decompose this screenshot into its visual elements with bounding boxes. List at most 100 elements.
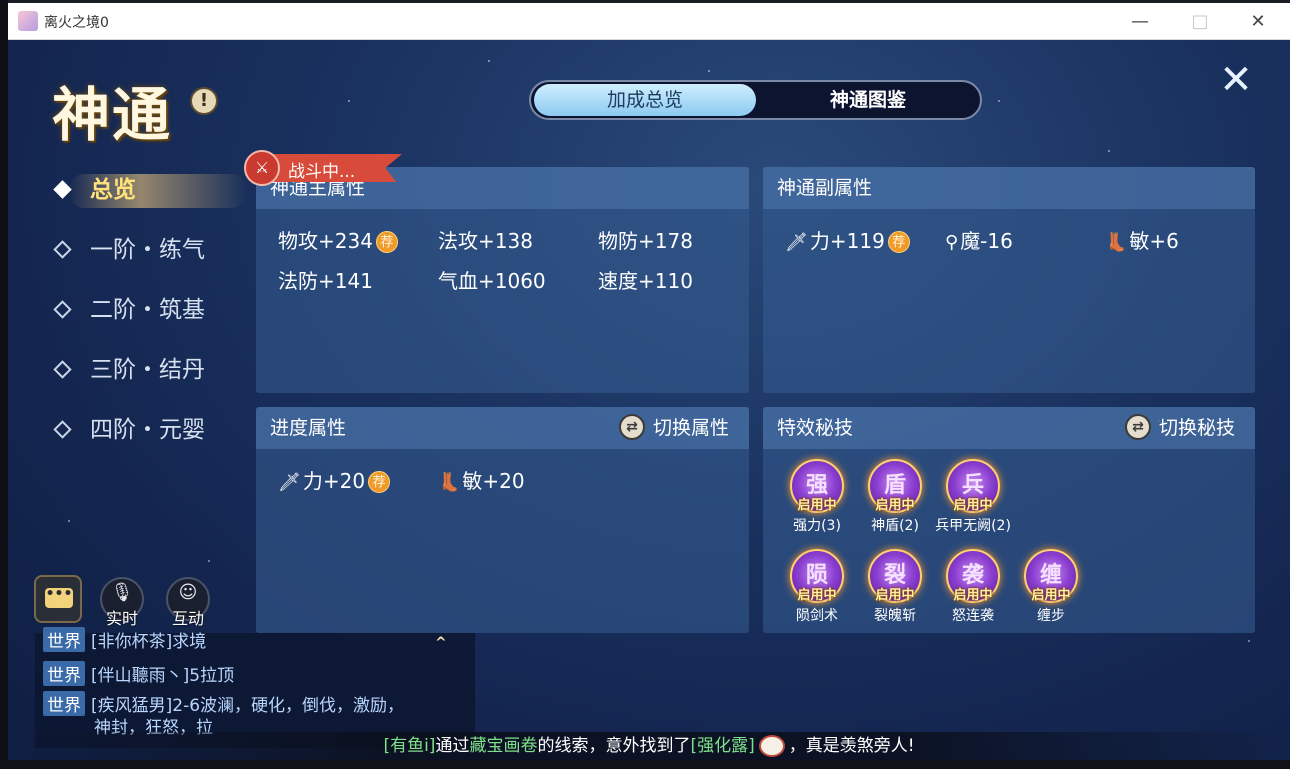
stat-item: 物防+178 — [598, 229, 693, 253]
collapse-chevron-icon[interactable]: ^ — [435, 635, 447, 651]
panel-title: 进度属性 — [270, 417, 347, 439]
skill-item[interactable]: 陨 启用中 陨剑术 — [777, 549, 857, 625]
recommend-badge: 荐 — [887, 231, 910, 253]
close-icon[interactable]: ✕ — [1218, 60, 1254, 100]
special-skill-panel: 特效秘技 ⇄ 切换秘技 强 启用中 强力(3) 盾 启用中 神盾(2) 兵 启用中… — [763, 407, 1255, 633]
stat-item: 速度+110 — [598, 269, 693, 293]
sidebar-item-overview[interactable]: 总览 — [48, 168, 258, 228]
page-title: 神通 — [52, 81, 173, 149]
skill-name: 裂魄斩 — [874, 608, 916, 624]
skill-orb-icon: 裂 启用中 — [868, 549, 922, 603]
skill-name: 怒连袭 — [952, 608, 994, 624]
sidebar-item-stage-4[interactable]: 四阶・元婴 — [48, 408, 258, 468]
skill-status: 启用中 — [797, 588, 837, 603]
tab-codex[interactable]: 神通图鉴 — [757, 84, 979, 116]
stat-text: 物攻+234 — [278, 229, 373, 253]
chat-panel[interactable]: 世界 [非你杯茶]求境 ^ 世界 [伴山聽雨丶]5拉顶 世界 [疾风猛男]2-6波澜，… — [35, 627, 475, 748]
switch-label: 切换秘技 — [1158, 417, 1235, 439]
stat-item: 🗡 力+119 荐 — [785, 225, 910, 254]
crossed-swords-icon: ⚔ — [244, 150, 280, 186]
panel-title: 神通副属性 — [763, 167, 1255, 209]
skill-item[interactable]: 强 启用中 强力(3) — [777, 459, 857, 535]
skill-orb-icon: 盾 启用中 — [868, 459, 922, 513]
sidebar-item-label: 总览 — [90, 177, 136, 203]
ticker-item: [强化露] — [690, 736, 755, 756]
stat-item: 气血+1060 — [438, 269, 546, 293]
app-icon — [18, 11, 38, 31]
broadcast-ticker: [有鱼i]通过藏宝画卷的线索，意外找到了[强化露] ，真是羡煞旁人! — [8, 732, 1290, 760]
stat-item: 👢 敏+20 — [438, 465, 525, 494]
sidebar-item-label: 三阶・结丹 — [90, 357, 205, 383]
wand-icon: ⚲ — [945, 232, 959, 253]
interact-button[interactable]: ☺ 互动 — [166, 577, 210, 628]
chat-line: 世界 [非你杯茶]求境 — [43, 627, 206, 652]
window-bottom-edge — [0, 760, 1290, 769]
info-icon[interactable]: ! — [190, 87, 218, 115]
skill-status: 启用中 — [875, 588, 915, 603]
pet-face-icon — [758, 735, 785, 757]
skill-name: 陨剑术 — [796, 608, 838, 624]
switch-skill-button[interactable]: ⇄ 切换秘技 — [1124, 407, 1235, 449]
skill-orb-icon: 强 启用中 — [790, 459, 844, 513]
sidebar-item-stage-2[interactable]: 二阶・筑基 — [48, 288, 258, 348]
window-titlebar: 离火之境0 — □ ✕ — [8, 3, 1290, 40]
skill-orb-icon: 兵 启用中 — [946, 459, 1000, 513]
chat-bubble-icon: ••• — [45, 587, 73, 608]
stat-text: 敏+6 — [1129, 229, 1179, 253]
game-screen: 神通 ! 加成总览 神通图鉴 ✕ 总览 一阶・练气 二阶・筑基 三阶・结丹 四阶… — [8, 40, 1290, 760]
window-close-button[interactable]: ✕ — [1238, 9, 1278, 35]
channel-tag: 世界 — [43, 627, 85, 652]
switch-attribute-button[interactable]: ⇄ 切换属性 — [618, 407, 729, 449]
smiley-icon: ☺ — [178, 582, 198, 603]
stat-item: 👢 敏+6 — [1105, 225, 1179, 254]
skill-status: 启用中 — [797, 498, 837, 513]
stat-text: 力+119 — [809, 229, 885, 253]
recommend-badge: 荐 — [368, 471, 391, 493]
realtime-voice-button[interactable]: 🎙 实时 — [100, 577, 144, 628]
sword-icon: 🗡 — [785, 232, 808, 253]
skill-status: 启用中 — [1031, 588, 1071, 603]
stat-item: 法防+141 — [278, 269, 373, 293]
skill-name: 强力(3) — [793, 518, 841, 534]
diamond-icon — [53, 300, 72, 319]
skill-item[interactable]: 兵 启用中 兵甲无阙(2) — [933, 459, 1013, 535]
stat-item: ⚲ 魔-16 — [945, 225, 1013, 254]
channel-tag: 世界 — [43, 661, 85, 686]
diamond-icon — [53, 240, 72, 259]
tab-bonus-overview[interactable]: 加成总览 — [534, 84, 756, 116]
diamond-icon — [53, 360, 72, 379]
skill-orb-icon: 缠 启用中 — [1024, 549, 1078, 603]
chat-button[interactable]: ••• — [34, 575, 82, 623]
channel-tag: 世界 — [43, 691, 85, 716]
stage-sidebar: 总览 一阶・练气 二阶・筑基 三阶・结丹 四阶・元婴 — [48, 168, 258, 468]
maximize-button[interactable]: □ — [1180, 9, 1220, 35]
skill-item[interactable]: 袭 启用中 怒连袭 — [933, 549, 1013, 625]
boot-icon: 👢 — [1105, 232, 1128, 253]
skill-orb-icon: 袭 启用中 — [946, 549, 1000, 603]
skill-status: 启用中 — [875, 498, 915, 513]
boot-icon: 👢 — [438, 472, 461, 493]
tab-bar: 加成总览 神通图鉴 — [529, 80, 982, 120]
skill-name: 兵甲无阙(2) — [935, 518, 1011, 534]
stat-item: 🗡 力+20 荐 — [278, 465, 391, 494]
microphone-icon: 🎙 — [110, 582, 134, 603]
window-title: 离火之境0 — [44, 15, 109, 31]
skill-item[interactable]: 裂 启用中 裂魄斩 — [855, 549, 935, 625]
switch-label: 切换属性 — [652, 417, 729, 439]
swap-icon: ⇄ — [618, 413, 645, 440]
skill-item[interactable]: 缠 启用中 缠步 — [1011, 549, 1091, 625]
stat-text: 魔-16 — [960, 229, 1013, 253]
stat-item: 法攻+138 — [438, 229, 533, 253]
skill-name: 神盾(2) — [871, 518, 919, 534]
minimize-button[interactable]: — — [1120, 9, 1160, 35]
chat-line: 世界 [伴山聽雨丶]5拉顶 — [43, 661, 234, 686]
sidebar-item-stage-1[interactable]: 一阶・练气 — [48, 228, 258, 288]
realtime-label: 实时 — [105, 609, 138, 628]
skill-item[interactable]: 盾 启用中 神盾(2) — [855, 459, 935, 535]
sub-attribute-panel: 神通副属性 🗡 力+119 荐 ⚲ 魔-16 👢 敏+6 — [763, 167, 1255, 393]
window-left-edge — [0, 0, 8, 769]
sidebar-item-label: 四阶・元婴 — [90, 417, 205, 443]
swap-icon: ⇄ — [1124, 413, 1151, 440]
skill-status: 启用中 — [953, 498, 993, 513]
sidebar-item-stage-3[interactable]: 三阶・结丹 — [48, 348, 258, 408]
